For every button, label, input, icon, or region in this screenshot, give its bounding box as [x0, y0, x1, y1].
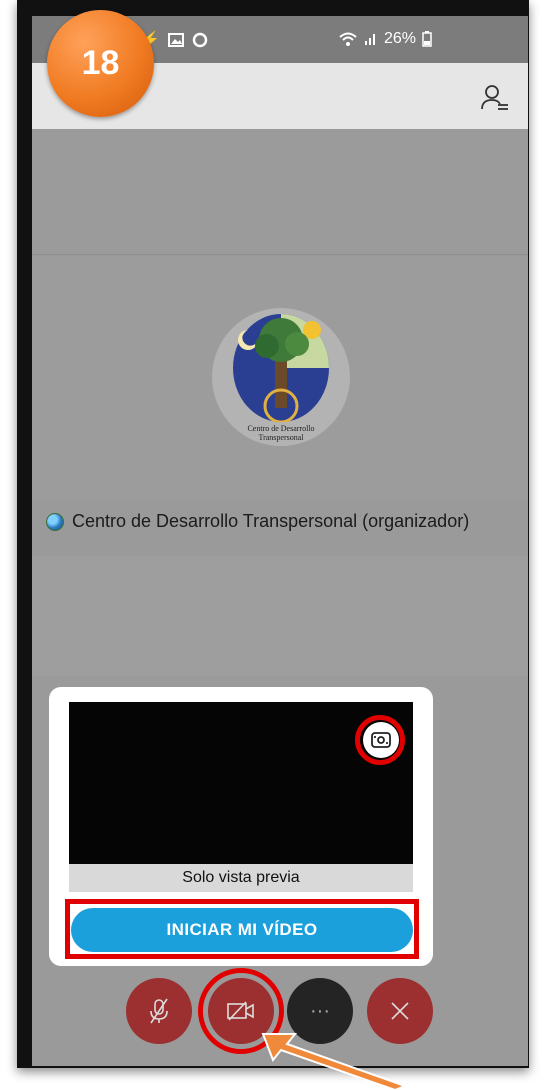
mic-off-icon	[150, 998, 168, 1024]
sync-icon	[192, 32, 208, 48]
phone-screen: ⚡ 26% Centro de Desarrollo Transpersonal…	[32, 16, 528, 1066]
pointer-arrow	[261, 1033, 408, 1090]
camera-preview	[69, 702, 413, 864]
video-preview-dialog: Solo vista previa INICIAR MI VÍDEO	[49, 687, 433, 966]
image-icon	[167, 33, 184, 47]
step-badge: 18	[47, 10, 154, 117]
switch-camera-button[interactable]	[363, 722, 399, 758]
organizer-name-row: Centro de Desarrollo Transpersonal (orga…	[46, 511, 469, 532]
battery-icon	[422, 31, 432, 47]
logo-text-line2: Transpersonal	[258, 433, 304, 442]
organizer-logo: Centro de Desarrollo Transpersonal	[212, 308, 350, 446]
more-label: ···	[310, 999, 330, 1022]
battery-percent: 26%	[383, 30, 416, 47]
tree-logo-icon: Centro de Desarrollo Transpersonal	[233, 314, 329, 446]
mute-button[interactable]	[126, 978, 192, 1044]
signal-icon	[364, 34, 375, 45]
logo-text-line1: Centro de Desarrollo	[247, 424, 314, 433]
participants-icon[interactable]	[480, 83, 510, 113]
highlight-box-start-video	[65, 899, 419, 959]
video-tile-top	[32, 129, 528, 255]
video-tile-bottom	[32, 556, 528, 676]
switch-camera-icon	[371, 732, 391, 748]
status-right-icons: 26%	[338, 30, 432, 48]
preview-caption: Solo vista previa	[69, 864, 413, 892]
organizer-video-tile[interactable]: Centro de Desarrollo Transpersonal	[32, 256, 528, 501]
wifi-icon	[339, 32, 357, 46]
close-icon	[391, 1002, 409, 1020]
organizer-avatar-icon	[46, 512, 64, 531]
organizer-name: Centro de Desarrollo Transpersonal (orga…	[72, 511, 470, 531]
